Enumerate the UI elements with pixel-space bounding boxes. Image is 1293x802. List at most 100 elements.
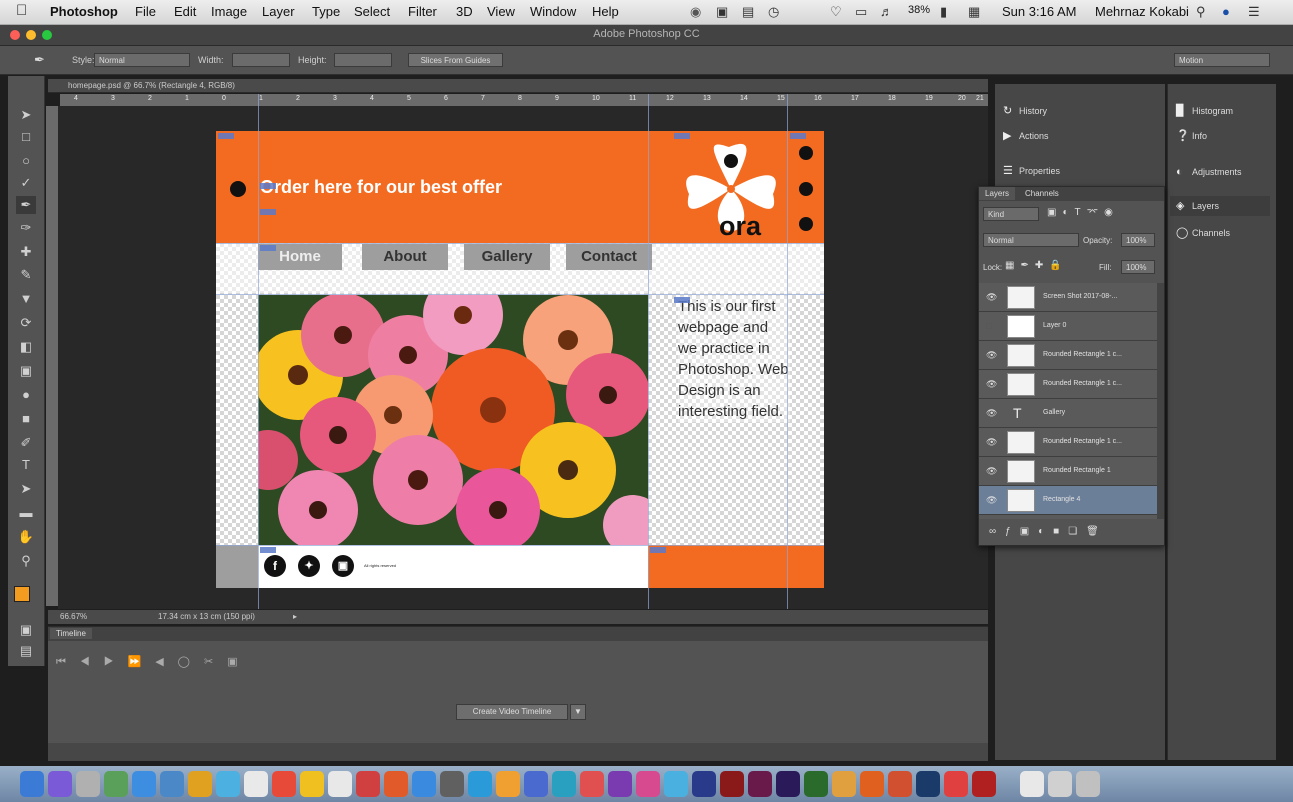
panel-actions[interactable]: ▶ Actions bbox=[1003, 129, 1049, 142]
eye-icon[interactable]: 👁 bbox=[986, 495, 997, 506]
eye-icon[interactable]: 👁 bbox=[986, 437, 997, 448]
statusbar-menu-icon[interactable]: ▸ bbox=[293, 610, 297, 624]
layer-row[interactable]: 👁 Rounded Rectangle 1 c... bbox=[979, 370, 1157, 399]
app-icon[interactable] bbox=[888, 771, 912, 797]
app-icon[interactable] bbox=[216, 771, 240, 797]
hand-tool-icon[interactable]: ✋ bbox=[16, 528, 36, 546]
fill-field[interactable]: 100% bbox=[1121, 260, 1155, 274]
zoom-level[interactable]: 66.67% bbox=[60, 610, 87, 624]
blur-tool-icon[interactable]: ● bbox=[16, 386, 36, 404]
brush-tool-icon[interactable]: ✎ bbox=[16, 266, 36, 284]
eye-icon[interactable]: 👁 bbox=[986, 408, 997, 419]
menu-app-name[interactable]: Photoshop bbox=[50, 4, 118, 19]
volume-icon[interactable]: ♬ bbox=[880, 4, 893, 19]
eye-hidden-icon[interactable]: □ bbox=[986, 321, 991, 331]
nav-about-button[interactable]: About bbox=[362, 244, 448, 270]
guide-vertical[interactable] bbox=[648, 94, 649, 609]
guide-vertical[interactable] bbox=[787, 94, 788, 609]
airplay-icon[interactable]: ▭ bbox=[855, 4, 867, 20]
vertical-ruler[interactable] bbox=[46, 106, 58, 606]
document-icon[interactable] bbox=[1020, 771, 1044, 797]
display-icon[interactable]: ▤ bbox=[742, 4, 754, 20]
marquee-tool-icon[interactable]: □ bbox=[16, 128, 36, 146]
height-field[interactable] bbox=[334, 53, 392, 67]
mail-icon[interactable] bbox=[160, 771, 184, 797]
app-icon[interactable] bbox=[608, 771, 632, 797]
time-machine-icon[interactable]: ◷ bbox=[768, 4, 779, 20]
premiere-icon[interactable] bbox=[776, 771, 800, 797]
creative-cloud-icon[interactable]: ◉ bbox=[690, 4, 701, 20]
filter-kind-select[interactable]: Kind bbox=[983, 207, 1039, 221]
finder-icon[interactable] bbox=[20, 771, 44, 797]
guide-horizontal[interactable] bbox=[216, 294, 824, 295]
flag-icon[interactable]: ▦ bbox=[968, 4, 980, 20]
zoom-tool-icon[interactable]: ⚲ bbox=[16, 552, 36, 570]
menu-help[interactable]: Help bbox=[592, 4, 619, 19]
system-preferences-icon[interactable] bbox=[440, 771, 464, 797]
width-field[interactable] bbox=[232, 53, 290, 67]
menu-window[interactable]: Window bbox=[530, 4, 576, 19]
layers-footer-icons[interactable]: ∞ƒ▣◐■❏🗑 bbox=[979, 521, 1164, 543]
photos-icon[interactable] bbox=[244, 771, 268, 797]
menu-file[interactable]: File bbox=[135, 4, 156, 19]
opacity-field[interactable]: 100% bbox=[1121, 233, 1155, 247]
horizontal-ruler[interactable]: 4 3 2 1 0 1 2 3 4 5 6 7 8 9 10 11 12 13 … bbox=[60, 94, 988, 106]
itunes-icon[interactable] bbox=[356, 771, 380, 797]
chrome-icon[interactable] bbox=[272, 771, 296, 797]
battery-icon[interactable]: ▮ bbox=[940, 4, 947, 20]
panel-properties[interactable]: ☰ Properties bbox=[1003, 164, 1060, 177]
guide-horizontal[interactable] bbox=[216, 545, 824, 546]
screen-mode-icon[interactable]: ▤ bbox=[16, 642, 36, 660]
nav-contact-button[interactable]: Contact bbox=[566, 244, 652, 270]
style-select[interactable]: Normal bbox=[94, 53, 190, 67]
apple-menu-icon[interactable]:  bbox=[16, 2, 27, 19]
after-effects-icon[interactable] bbox=[692, 771, 716, 797]
notes-icon[interactable] bbox=[300, 771, 324, 797]
layer-row[interactable]: 👁 Rounded Rectangle 1 c... bbox=[979, 428, 1157, 457]
document-size[interactable]: 17.34 cm x 13 cm (150 ppi) bbox=[158, 610, 255, 624]
foreground-color-swatch[interactable] bbox=[14, 586, 30, 602]
app-icon[interactable] bbox=[104, 771, 128, 797]
indesign-icon[interactable] bbox=[748, 771, 772, 797]
quick-select-tool-icon[interactable]: ✓ bbox=[16, 174, 36, 192]
quick-mask-icon[interactable]: ▣ bbox=[16, 621, 36, 639]
guide-horizontal[interactable] bbox=[216, 243, 824, 244]
document-tab[interactable]: homepage.psd @ 66.7% (Rectangle 4, RGB/8… bbox=[48, 79, 988, 93]
menubar-clock[interactable]: Sun 3:16 AM bbox=[1002, 4, 1076, 19]
move-tool-icon[interactable]: ➤ bbox=[16, 106, 36, 124]
path-select-tool-icon[interactable]: ➤ bbox=[16, 480, 36, 498]
type-tool-icon[interactable]: T bbox=[16, 456, 36, 474]
pen-tool-icon[interactable]: ✐ bbox=[16, 434, 36, 452]
panel-histogram[interactable]: ▉ Histogram bbox=[1176, 104, 1233, 117]
slice-tool-icon[interactable]: ✒ bbox=[16, 196, 36, 214]
app-icon[interactable] bbox=[496, 771, 520, 797]
guide-vertical[interactable] bbox=[258, 94, 259, 609]
safari-icon[interactable] bbox=[132, 771, 156, 797]
app-store-icon[interactable] bbox=[412, 771, 436, 797]
wifi-icon[interactable]: ♡ bbox=[830, 4, 842, 20]
acrobat-icon[interactable] bbox=[972, 771, 996, 797]
eye-icon[interactable]: 👁 bbox=[986, 350, 997, 361]
menu-view[interactable]: View bbox=[487, 4, 515, 19]
app-icon[interactable] bbox=[384, 771, 408, 797]
siri-dock-icon[interactable] bbox=[48, 771, 72, 797]
layer-row[interactable]: 👁 T Gallery bbox=[979, 399, 1157, 428]
layer-row-selected[interactable]: 👁 Rectangle 4 bbox=[979, 486, 1157, 515]
brush-preset-icon[interactable]: ✒ bbox=[34, 52, 45, 68]
lasso-tool-icon[interactable]: ○ bbox=[16, 152, 36, 170]
chevron-down-icon[interactable]: ▼ bbox=[570, 704, 586, 720]
launchpad-icon[interactable] bbox=[76, 771, 100, 797]
layer-row[interactable]: 👁 Screen Shot 2017-08-... bbox=[979, 283, 1157, 312]
status-icon[interactable]: ▣ bbox=[716, 4, 728, 20]
app-icon[interactable] bbox=[524, 771, 548, 797]
playback-controls[interactable]: ⏮◀▶⏩◀◯✂▣ bbox=[56, 655, 252, 669]
skype-icon[interactable] bbox=[468, 771, 492, 797]
app-icon[interactable] bbox=[832, 771, 856, 797]
eraser-tool-icon[interactable]: ◧ bbox=[16, 338, 36, 356]
eye-icon[interactable]: 👁 bbox=[986, 379, 997, 390]
calendar-icon[interactable] bbox=[328, 771, 352, 797]
filter-type-icons[interactable]: ▣◐T⌤◉ bbox=[1047, 207, 1119, 218]
menu-3d[interactable]: 3D bbox=[456, 4, 473, 19]
menu-type[interactable]: Type bbox=[312, 4, 340, 19]
tab-channels[interactable]: Channels bbox=[1025, 189, 1059, 198]
